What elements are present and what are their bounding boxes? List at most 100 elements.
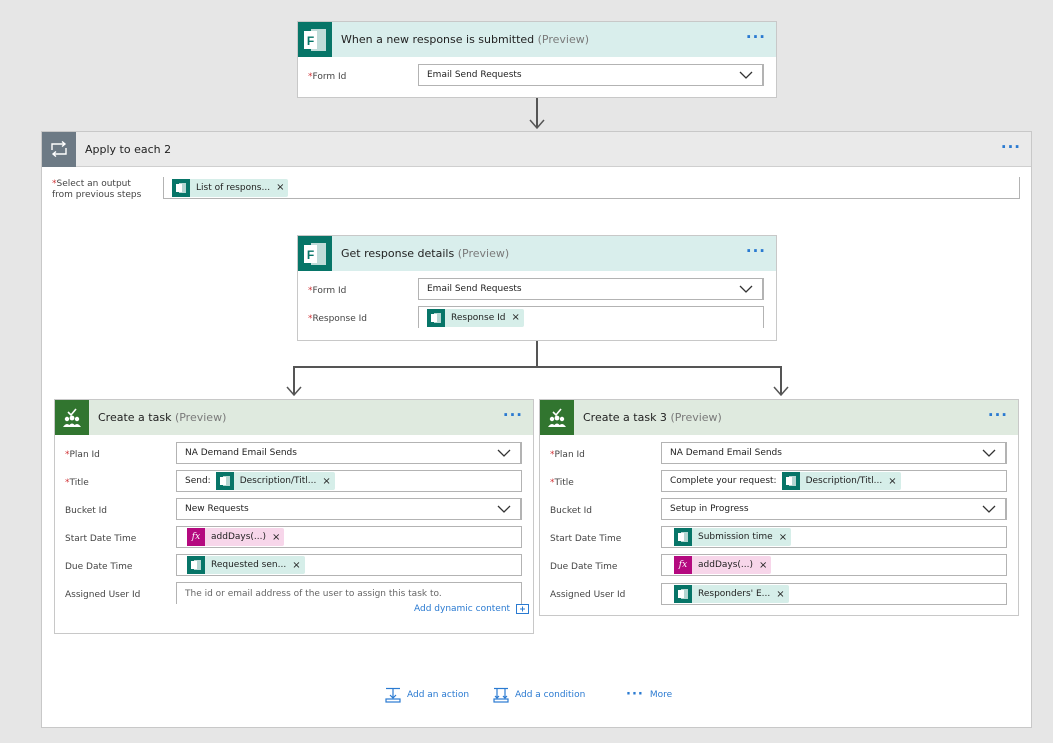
create-task-3-header[interactable]: Create a task 3 (Preview) ··· (540, 400, 1018, 435)
response-id-token[interactable]: Response Id × (427, 308, 524, 327)
add-action-button[interactable]: Add an action (385, 687, 469, 703)
adddays-expression-token[interactable]: fx addDays(...) × (187, 528, 285, 546)
bucket-id-label: Bucket Id (65, 506, 108, 516)
plan-id-value: NA Demand Email Sends (670, 448, 782, 458)
chevron-down-icon[interactable] (729, 278, 763, 300)
form-id-label: *Form Id (308, 286, 347, 296)
forms-icon (674, 585, 692, 603)
close-icon[interactable]: × (779, 532, 787, 543)
plan-id-row: *Plan Id NA Demand Email Sends (55, 441, 533, 469)
close-icon[interactable]: × (272, 532, 280, 543)
description-token[interactable]: Description/Titl... × (215, 472, 335, 490)
assigned-user-field[interactable]: Responders' E... × (661, 583, 1007, 605)
close-icon[interactable]: × (322, 476, 330, 487)
submission-time-token[interactable]: Submission time × (674, 528, 792, 546)
select-output-field[interactable]: List of respons... × (163, 177, 1020, 199)
start-date-field[interactable]: Submission time × (661, 526, 1007, 548)
title-field[interactable]: Complete your request: Description/Titl.… (661, 470, 1007, 492)
forms-icon (172, 178, 190, 197)
responders-email-token[interactable]: Responders' E... × (674, 585, 789, 603)
planner-icon (540, 400, 574, 435)
due-date-row: Due Date Time fx addDays(...) × (540, 553, 1018, 581)
get-response-card: F Get response details (Preview) ··· *Fo… (297, 235, 777, 341)
plan-id-dropdown[interactable]: NA Demand Email Sends (661, 442, 1007, 464)
trigger-form-id-value: Email Send Requests (427, 70, 522, 80)
chevron-down-icon[interactable] (729, 64, 763, 86)
bucket-id-row: Bucket Id Setup in Progress (540, 497, 1018, 525)
trigger-more-icon[interactable]: ··· (746, 30, 766, 45)
trigger-title: When a new response is submitted (341, 33, 535, 46)
title-field[interactable]: Send: Description/Titl... × (176, 470, 522, 492)
due-date-field[interactable]: fx addDays(...) × (661, 554, 1007, 576)
bucket-id-value: Setup in Progress (670, 504, 749, 514)
create-task-3-more-icon[interactable]: ··· (988, 408, 1008, 423)
close-icon[interactable]: × (276, 182, 284, 193)
create-task-3-title-wrap: Create a task 3 (Preview) (583, 411, 722, 424)
due-date-field[interactable]: Requested sen... × (176, 554, 522, 576)
start-date-label: Start Date Time (65, 534, 137, 544)
chevron-down-icon[interactable] (487, 442, 521, 464)
loop-icon (42, 131, 76, 167)
token-label: Submission time (698, 532, 773, 542)
token-label: Description/Titl... (805, 476, 883, 486)
start-date-row: Start Date Time fx addDays(...) × (55, 525, 533, 553)
trigger-form-id-row: *Form Id Email Send Requests (298, 63, 776, 91)
token-label: List of respons... (196, 182, 271, 193)
add-action-icon (385, 687, 401, 703)
list-responses-token[interactable]: List of respons... × (172, 178, 289, 197)
add-condition-button[interactable]: Add a condition (493, 687, 585, 703)
token-label: Response Id (451, 312, 506, 323)
chevron-down-icon[interactable] (972, 442, 1006, 464)
plan-id-dropdown[interactable]: NA Demand Email Sends (176, 442, 522, 464)
create-task-more-icon[interactable]: ··· (503, 408, 523, 423)
svg-text:F: F (307, 248, 314, 262)
create-task-card: Create a task (Preview) ··· *Plan Id NA … (54, 399, 534, 634)
planner-icon (55, 400, 89, 435)
create-task-3-preview: (Preview) (670, 411, 722, 424)
bucket-id-label: Bucket Id (550, 506, 593, 516)
get-response-header[interactable]: F Get response details (Preview) ··· (298, 236, 776, 271)
apply-each-header[interactable]: Apply to each 2 ··· (42, 131, 1031, 167)
form-id-label: *Form Id (308, 72, 347, 82)
response-id-field[interactable]: Response Id × (418, 306, 764, 328)
chevron-down-icon[interactable] (487, 498, 521, 520)
token-label: addDays(...) (211, 532, 267, 542)
close-icon[interactable]: × (776, 589, 784, 600)
trigger-card: F When a new response is submitted (Prev… (297, 21, 777, 98)
forms-icon (187, 556, 205, 574)
create-task-header[interactable]: Create a task (Preview) ··· (55, 400, 533, 435)
close-icon[interactable]: × (759, 560, 767, 571)
apply-more-icon[interactable]: ··· (1001, 140, 1021, 155)
add-dynamic-content-link[interactable]: Add dynamic content (414, 604, 530, 614)
close-icon[interactable]: × (888, 476, 896, 487)
assigned-user-label: Assigned User Id (550, 590, 626, 600)
close-icon[interactable]: × (511, 312, 519, 323)
get-response-form-id-dropdown[interactable]: Email Send Requests (418, 278, 764, 300)
bucket-id-dropdown[interactable]: New Requests (176, 498, 522, 520)
chevron-down-icon[interactable] (972, 498, 1006, 520)
plan-id-label: *Plan Id (65, 450, 100, 460)
forms-icon (215, 472, 234, 490)
more-dots-icon: ··· (626, 687, 644, 702)
adddays-expression-token[interactable]: fx addDays(...) × (674, 556, 772, 574)
trigger-header[interactable]: F When a new response is submitted (Prev… (298, 22, 776, 57)
requested-send-token[interactable]: Requested sen... × (187, 556, 305, 574)
close-icon[interactable]: × (292, 560, 300, 571)
bucket-id-row: Bucket Id New Requests (55, 497, 533, 525)
title-prefix: Complete your request: (670, 476, 777, 486)
create-task-3-card: Create a task 3 (Preview) ··· *Plan Id N… (539, 399, 1019, 616)
assigned-user-placeholder: The id or email address of the user to a… (185, 588, 442, 599)
add-dynamic-content-icon (516, 604, 530, 614)
more-label: More (649, 689, 673, 700)
description-token[interactable]: Description/Titl... × (781, 472, 901, 490)
assigned-user-label: Assigned User Id (65, 590, 141, 600)
response-id-row: *Response Id Response Id × (298, 305, 776, 333)
add-condition-icon (493, 687, 509, 703)
more-button[interactable]: ··· More (626, 688, 672, 701)
get-response-more-icon[interactable]: ··· (746, 244, 766, 259)
start-date-field[interactable]: fx addDays(...) × (176, 526, 522, 548)
bucket-id-value: New Requests (185, 504, 249, 514)
trigger-form-id-dropdown[interactable]: Email Send Requests (418, 64, 764, 86)
bucket-id-dropdown[interactable]: Setup in Progress (661, 498, 1007, 520)
assigned-user-field[interactable]: The id or email address of the user to a… (176, 582, 522, 604)
